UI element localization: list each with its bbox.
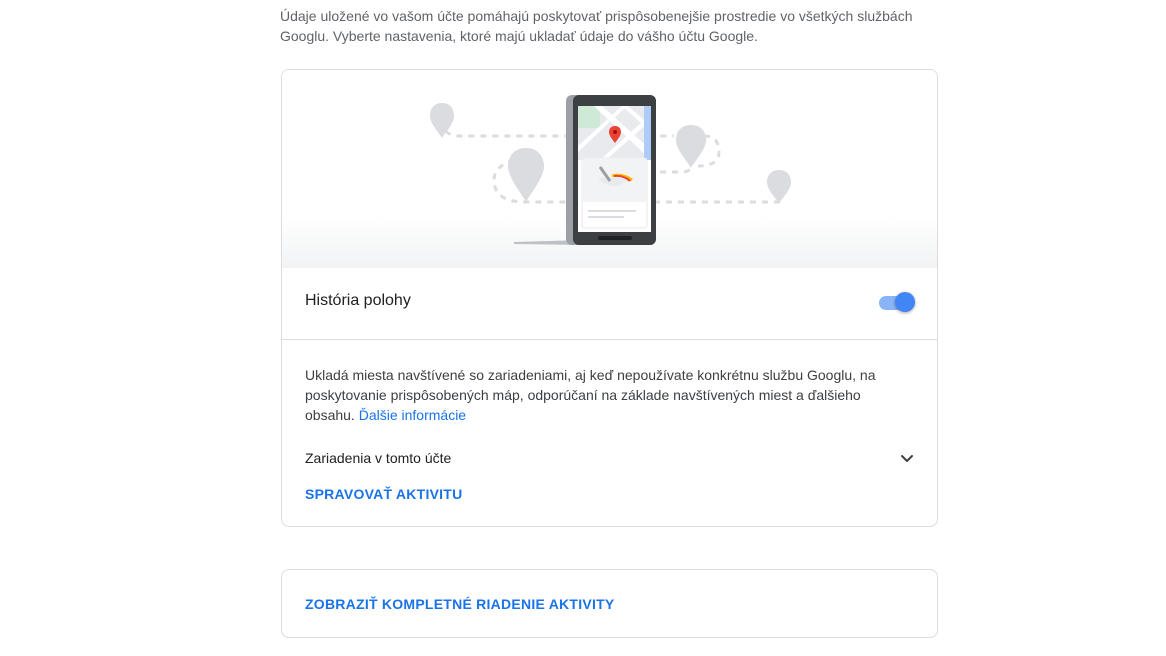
learn-more-link[interactable]: Ďalšie informácie <box>359 407 466 423</box>
setting-description: Ukladá miesta navštívené so zariadeniami… <box>305 365 885 425</box>
devices-label: Zariadenia v tomto účte <box>305 450 452 466</box>
chevron-down-icon <box>901 455 913 462</box>
setting-title: História polohy <box>305 292 411 309</box>
phone-map-illustration <box>282 70 937 268</box>
intro-text: Údaje uložené vo vašom účte pomáhajú pos… <box>280 8 913 44</box>
activity-controls-card: ZOBRAZIŤ KOMPLETNÉ RIADENIE AKTIVITY <box>281 569 938 638</box>
illustration-svg <box>430 95 791 245</box>
view-all-activity-controls-button[interactable]: ZOBRAZIŤ KOMPLETNÉ RIADENIE AKTIVITY <box>305 594 614 614</box>
manage-activity-button[interactable]: SPRAVOVAŤ AKTIVITU <box>305 484 462 504</box>
location-history-row: História polohy <box>282 268 937 340</box>
location-history-card: História polohy Ukladá miesta navštívené… <box>281 69 938 527</box>
devices-expander[interactable]: Zariadenia v tomto účte <box>305 446 917 470</box>
location-history-toggle[interactable] <box>879 291 917 315</box>
toggle-knob <box>895 292 915 312</box>
